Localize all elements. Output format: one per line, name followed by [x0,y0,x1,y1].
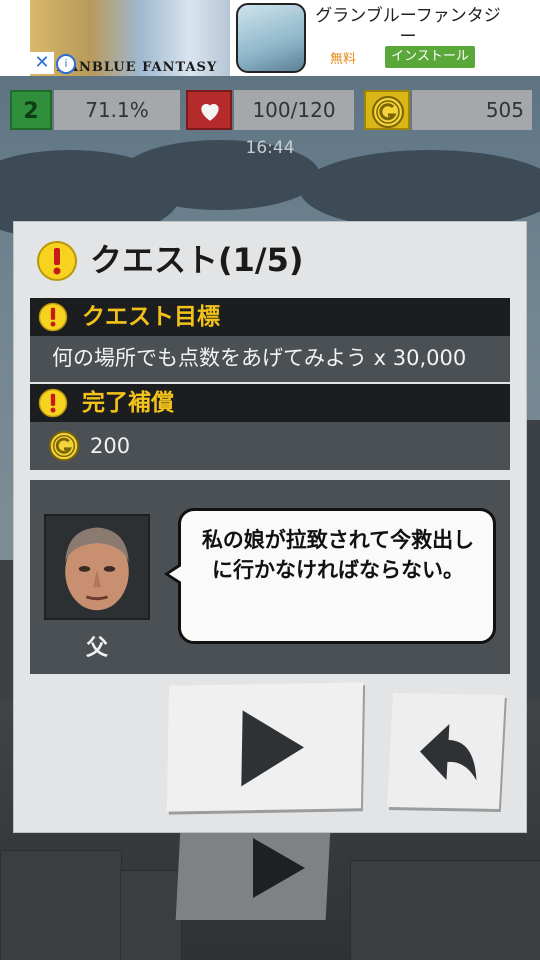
npc-dialogue-text: 私の娘が拉致されて今救出しに行かなければならない。 [201,528,475,582]
ad-banner[interactable]: GRANBLUE FANTASY ✕ i グランブルーファンタジー 無料 インス… [0,0,540,76]
building [526,420,540,700]
floor-tile [350,860,540,960]
quest-goal-label: クエスト目標 [82,304,220,330]
reward-amount: 200 [90,434,131,458]
npc-name: 父 [85,636,108,661]
hp-badge [186,90,232,130]
floor-tile [120,870,182,960]
play-icon [241,709,305,787]
floor-tile [0,850,122,960]
coin-badge [364,90,410,130]
warning-icon [38,302,68,332]
back-button[interactable] [387,693,505,809]
npc-avatar [44,514,150,620]
building [0,560,14,700]
coin-count: 505 [412,90,532,130]
quest-dialog: クエスト(1/5) クエスト目標 何の場所でも点数をあげてみよう x 30,00… [14,222,526,832]
speech-bubble-tail-fill [169,565,183,583]
gold-coin-icon [48,430,80,462]
level-badge: 2 [10,90,52,130]
reward-header: 完了補償 [30,384,510,422]
play-button[interactable] [166,682,364,812]
reward-panel: 完了補償 200 [30,384,510,472]
quest-goal-panel: クエスト目標 何の場所でも点数をあげてみよう x 30,000 [30,298,510,384]
ad-close-icon[interactable]: ✕ [30,52,54,74]
quest-goal-text: 何の場所でも点数をあげてみよう x 30,000 [52,346,467,370]
ad-info-icon[interactable]: i [56,54,76,74]
ad-install-button[interactable]: インストール [385,46,475,68]
quest-goal-body: 何の場所でも点数をあげてみよう x 30,000 [30,336,510,382]
hp-value: 100/120 [234,90,354,130]
app-icon[interactable] [236,3,306,73]
npc-dialogue-panel: 父 私の娘が拉致されて今救出しに行かなければならない。 [30,480,510,674]
ad-app-title: グランブルーファンタジー [315,6,501,47]
reward-body: 200 [30,422,510,470]
background-play-icon [253,838,305,898]
exp-percent: 71.1% [54,90,180,130]
time-display: 16:44 [245,138,295,158]
warning-icon [38,388,68,418]
reward-label: 完了補償 [82,390,174,416]
father-portrait-icon [46,516,148,618]
return-arrow-icon [419,724,477,781]
warning-icon [37,241,77,281]
quest-title: クエスト(1/5) [90,241,304,279]
ad-price-label: 無料 [330,52,357,67]
heart-icon [201,103,219,121]
speech-bubble: 私の娘が拉致されて今救出しに行かなければならない。 [178,508,496,644]
gold-coin-icon [372,96,404,128]
quest-goal-header: クエスト目標 [30,298,510,336]
